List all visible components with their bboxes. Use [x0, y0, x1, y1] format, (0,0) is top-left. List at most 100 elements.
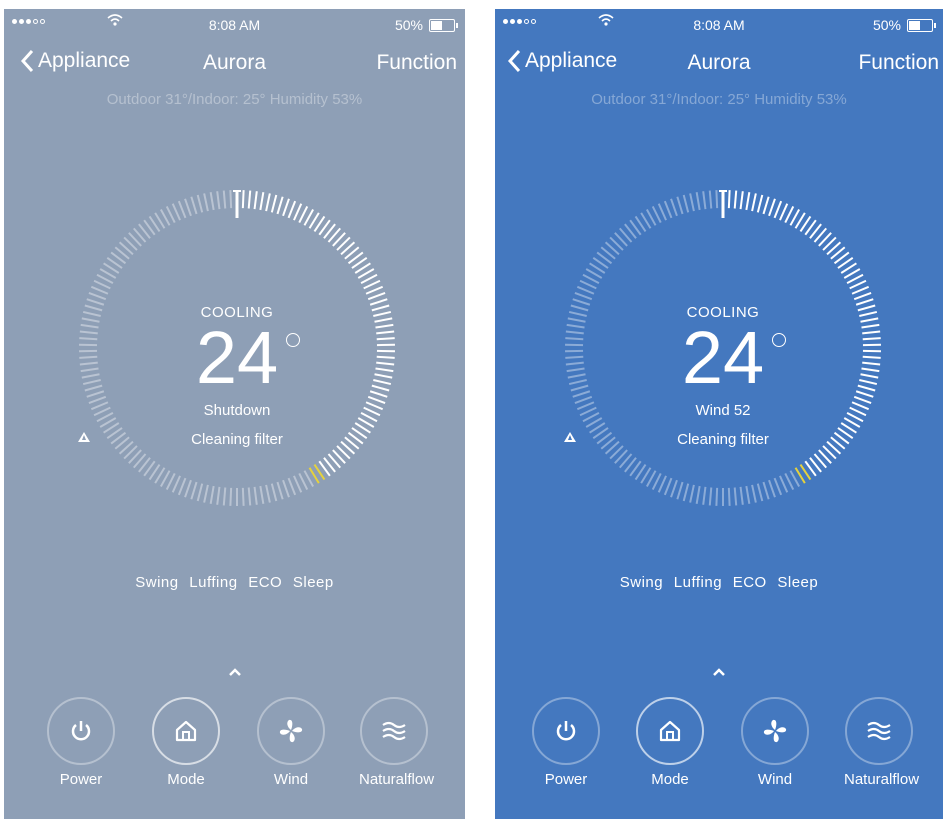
dial-tick — [708, 190, 713, 209]
dial-tick — [676, 196, 684, 215]
temperature-value: 24 — [195, 316, 279, 399]
temperature-value: 24 — [681, 316, 765, 399]
wind-button[interactable]: Wind — [256, 697, 326, 788]
expand-caret[interactable] — [4, 664, 465, 682]
dial-tick — [663, 200, 673, 219]
function-button[interactable]: Function — [376, 51, 457, 75]
temperature-dial[interactable]: COOLING 24 Shutdown Cleaning filter — [77, 188, 397, 508]
dial-tick — [739, 191, 744, 210]
dial-tick — [196, 483, 204, 502]
dial-tick — [259, 192, 265, 211]
dial-tick — [849, 279, 867, 290]
expand-caret[interactable] — [495, 664, 943, 682]
dial-tick — [751, 193, 757, 212]
dial-tick — [689, 193, 695, 212]
dial-tick — [293, 203, 303, 221]
naturalflow-button[interactable]: Naturalflow — [844, 697, 920, 788]
dial-tick — [773, 200, 783, 219]
dial-tick — [784, 472, 795, 490]
dial-tick — [270, 483, 278, 502]
dial-tick — [265, 484, 271, 503]
power-label: Power — [544, 771, 588, 788]
dial-tick — [702, 486, 707, 505]
battery-icon — [429, 19, 458, 32]
dial-tick — [762, 196, 770, 215]
dial-tick — [657, 475, 667, 493]
dial-tick — [265, 193, 271, 212]
options-row[interactable]: Swing Luffing ECO Sleep — [495, 574, 943, 591]
dial-tick — [756, 194, 764, 213]
dial-tick — [579, 279, 597, 290]
dial-tick — [184, 479, 192, 498]
filter-text: Cleaning filter — [677, 431, 769, 448]
dial-tick — [651, 206, 662, 224]
status-bar: 8:08 AM 50% — [495, 9, 943, 39]
status-text: Wind 52 — [695, 402, 751, 419]
dial-tick — [282, 198, 290, 217]
wind-button[interactable]: Wind — [740, 697, 810, 788]
dial-tick — [853, 291, 872, 301]
dial-tick — [282, 479, 290, 498]
filter-notice: Cleaning filter — [563, 431, 883, 448]
temperature-dial[interactable]: COOLING 24 Wind 52 Cleaning filter — [563, 188, 883, 508]
dial-tick — [739, 486, 744, 505]
dial-tick — [229, 190, 233, 209]
naturalflow-label: Naturalflow — [359, 771, 435, 788]
battery-percent: 50% — [872, 17, 901, 33]
dial-tick — [779, 203, 789, 221]
dial-tick — [165, 206, 176, 224]
dial-tick — [287, 200, 297, 219]
dial-tick — [165, 472, 176, 490]
dial-tick — [229, 487, 233, 506]
dial-tick — [727, 487, 731, 506]
mode-button[interactable]: Mode — [151, 697, 221, 788]
dial-tick — [287, 477, 297, 496]
dial-tick — [259, 485, 265, 504]
climate-info: Outdoor 31°/Indoor: 25° Humidity 53% — [591, 91, 847, 108]
dial-tick — [715, 487, 719, 506]
dial-tick — [702, 191, 707, 210]
function-button[interactable]: Function — [858, 51, 939, 75]
dial-tick — [745, 485, 751, 504]
dial-tick — [209, 192, 215, 211]
naturalflow-label: Naturalflow — [844, 771, 920, 788]
power-button[interactable]: Power — [531, 697, 601, 788]
dial-tick — [695, 192, 701, 211]
dial-tick — [762, 481, 770, 500]
dial-tick — [784, 206, 795, 224]
dial-tick — [363, 279, 381, 290]
filter-notice: Cleaning filter — [77, 431, 397, 448]
dial-tick — [733, 190, 738, 209]
dial-tick — [695, 485, 701, 504]
dial-tick — [745, 192, 751, 211]
fan-icon — [763, 719, 787, 743]
chevron-up-icon — [713, 668, 725, 676]
nav-bar: Appliance Aurora Function — [4, 49, 465, 79]
dial-tick — [203, 193, 209, 212]
dial-tick — [751, 484, 757, 503]
battery-percent: 50% — [394, 17, 423, 33]
degree-icon — [286, 333, 300, 347]
power-icon — [71, 721, 91, 741]
naturalflow-button[interactable]: Naturalflow — [359, 697, 435, 788]
power-icon — [556, 721, 576, 741]
dial-tick — [779, 475, 789, 493]
power-label: Power — [59, 771, 103, 788]
mode-button[interactable]: Mode — [635, 697, 705, 788]
climate-info: Outdoor 31°/Indoor: 25° Humidity 53% — [106, 91, 363, 108]
options-row[interactable]: Swing Luffing ECO Sleep — [4, 574, 465, 591]
dial-tick — [768, 479, 776, 498]
mode-label-btn: Mode — [651, 771, 689, 788]
dial-tick — [253, 191, 258, 210]
dial-tick — [216, 191, 221, 210]
status-bar: 8:08 AM 50% — [4, 9, 465, 39]
dial-tick — [196, 194, 204, 213]
dial-tick — [190, 481, 198, 500]
power-button[interactable]: Power — [46, 697, 116, 788]
wave-icon — [867, 721, 891, 741]
dial-tick — [651, 472, 662, 490]
wind-label: Wind — [273, 771, 309, 788]
dial-tick — [222, 487, 227, 506]
dial-tick — [670, 198, 678, 217]
filter-warning-icon — [78, 432, 90, 442]
